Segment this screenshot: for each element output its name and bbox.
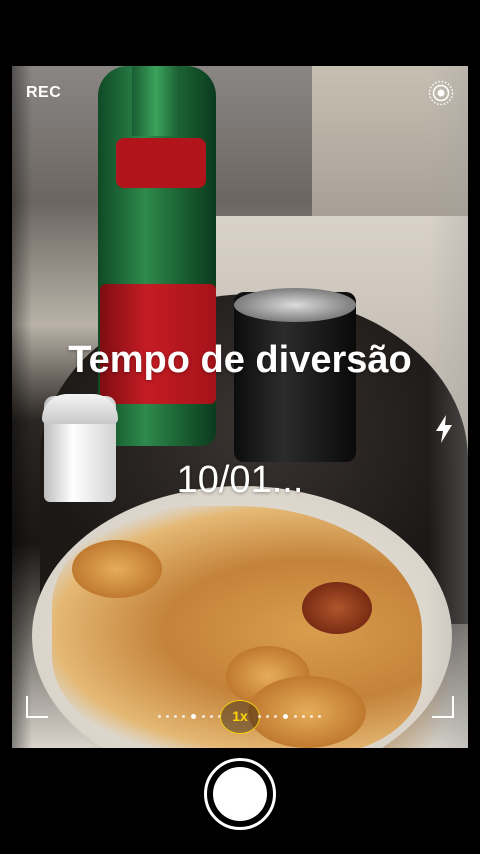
- zoom-tick: [210, 715, 213, 718]
- scene-salt-shaker-cap: [42, 394, 118, 424]
- camera-screen: REC Tempo de diversão 10/01... 1x: [0, 0, 480, 854]
- scene-chip: [302, 582, 372, 634]
- viewfinder-edge-shade: [12, 66, 32, 748]
- shutter-button[interactable]: [204, 758, 276, 830]
- shutter-button-icon: [213, 767, 267, 821]
- scene-chip: [72, 540, 162, 598]
- zoom-scale-left: [158, 714, 222, 719]
- frame-corner-bottom-right: [432, 696, 454, 718]
- zoom-1x-button[interactable]: 1x: [220, 700, 260, 734]
- zoom-tick: [266, 715, 269, 718]
- zoom-tick: [274, 715, 277, 718]
- scene-cup-rim: [234, 288, 356, 322]
- rec-label[interactable]: REC: [26, 84, 61, 102]
- scene-bottle-label-top: [116, 138, 206, 188]
- zoom-tick: [302, 715, 305, 718]
- zoom-selector[interactable]: 1x: [150, 700, 330, 734]
- zoom-tick: [158, 715, 161, 718]
- zoom-tick-major: [283, 714, 288, 719]
- viewfinder-edge-shade: [428, 66, 468, 748]
- zoom-tick: [258, 715, 261, 718]
- scene-bottle-neck: [132, 66, 180, 136]
- zoom-tick: [310, 715, 313, 718]
- live-photo-icon[interactable]: [428, 80, 454, 106]
- zoom-tick: [166, 715, 169, 718]
- zoom-tick: [318, 715, 321, 718]
- zoom-tick: [202, 715, 205, 718]
- flash-icon[interactable]: [434, 414, 454, 444]
- zoom-scale-right: [258, 714, 322, 719]
- camera-viewfinder[interactable]: [12, 66, 468, 748]
- frame-corner-bottom-left: [26, 696, 48, 718]
- caption-date: 10/01...: [176, 459, 304, 501]
- zoom-tick-major: [191, 714, 196, 719]
- caption-title: Tempo de diversão: [68, 339, 412, 381]
- zoom-tick: [174, 715, 177, 718]
- zoom-tick: [182, 715, 185, 718]
- zoom-tick: [294, 715, 297, 718]
